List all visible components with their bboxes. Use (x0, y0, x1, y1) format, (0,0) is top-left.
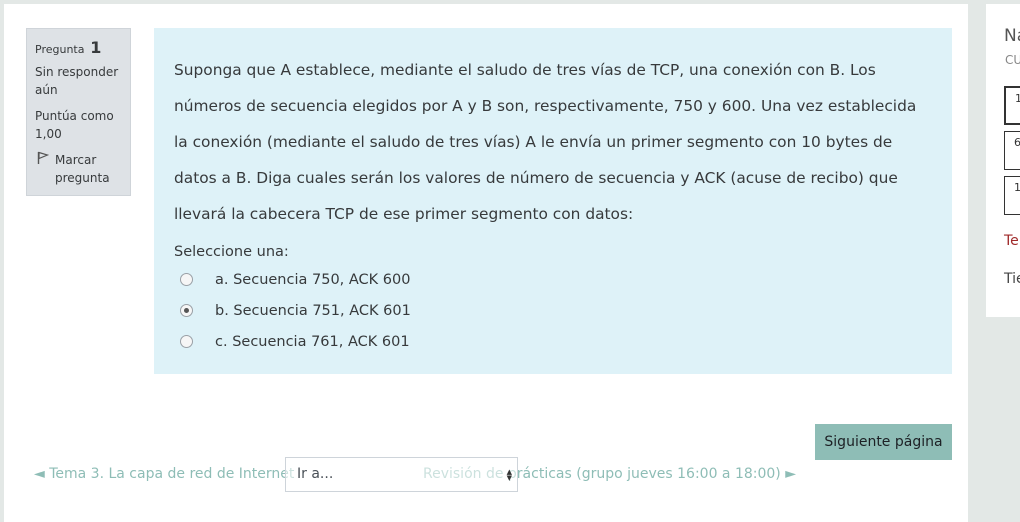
question-number-row: Pregunta 1 (35, 39, 122, 59)
quiz-navigation-panel: Na CU 1 6 1 Te Tie (986, 4, 1020, 317)
flag-question-label: Marcar pregunta (55, 153, 110, 185)
answer-label[interactable]: c. Secuencia 761, ACK 601 (215, 334, 410, 350)
radio-button-selected[interactable] (180, 304, 193, 317)
activity-navigation: ◄ Tema 3. La capa de red de Internet Rev… (4, 457, 968, 493)
question-state: Sin responder aún (35, 65, 119, 97)
quiz-nav-button-current[interactable]: 1 (1004, 86, 1020, 125)
answer-prompt: Seleccione una: (174, 244, 289, 260)
quiz-main-panel: Pregunta 1 Sin responder aún Puntúa como… (4, 4, 968, 522)
answer-label[interactable]: b. Secuencia 751, ACK 601 (215, 303, 411, 319)
previous-activity-link[interactable]: ◄ Tema 3. La capa de red de Internet (34, 466, 294, 482)
flag-question-link[interactable]: Marcar pregunta (35, 151, 122, 187)
radio-button[interactable] (180, 335, 193, 348)
answer-label[interactable]: a. Secuencia 750, ACK 600 (215, 272, 410, 288)
answer-option-b[interactable]: b. Secuencia 751, ACK 601 (174, 295, 932, 326)
answer-option-c[interactable]: c. Secuencia 761, ACK 601 (174, 326, 932, 357)
question-info-box: Pregunta 1 Sin responder aún Puntúa como… (26, 28, 131, 196)
answer-list: a. Secuencia 750, ACK 600 b. Secuencia 7… (174, 264, 932, 357)
jump-to-select[interactable]: Ir a... ▲ ▼ (285, 457, 518, 492)
next-page-button[interactable]: Siguiente página (815, 424, 952, 460)
question-grade: Puntúa como 1,00 (35, 109, 114, 141)
jump-to-select-value: Ir a... (297, 466, 334, 482)
question-text: Suponga que A establece, mediante el sal… (174, 61, 917, 223)
quiz-navigation-title: Na (1004, 26, 1020, 46)
radio-button[interactable] (180, 273, 193, 286)
quiz-nav-button[interactable]: 6 (1004, 131, 1020, 170)
chevron-up-down-icon: ▲ ▼ (506, 468, 512, 482)
question-number: 1 (90, 38, 102, 57)
flag-icon (37, 151, 51, 187)
quiz-navigation-subtitle: CU (1005, 53, 1020, 67)
question-content: Suponga que A establece, mediante el sal… (154, 28, 952, 374)
quiz-nav-button[interactable]: 1 (1004, 176, 1020, 215)
answer-option-a[interactable]: a. Secuencia 750, ACK 600 (174, 264, 932, 295)
question-label: Pregunta (35, 43, 85, 56)
time-left-label: Tie (1004, 271, 1020, 287)
timer-label: Te (1004, 233, 1019, 249)
